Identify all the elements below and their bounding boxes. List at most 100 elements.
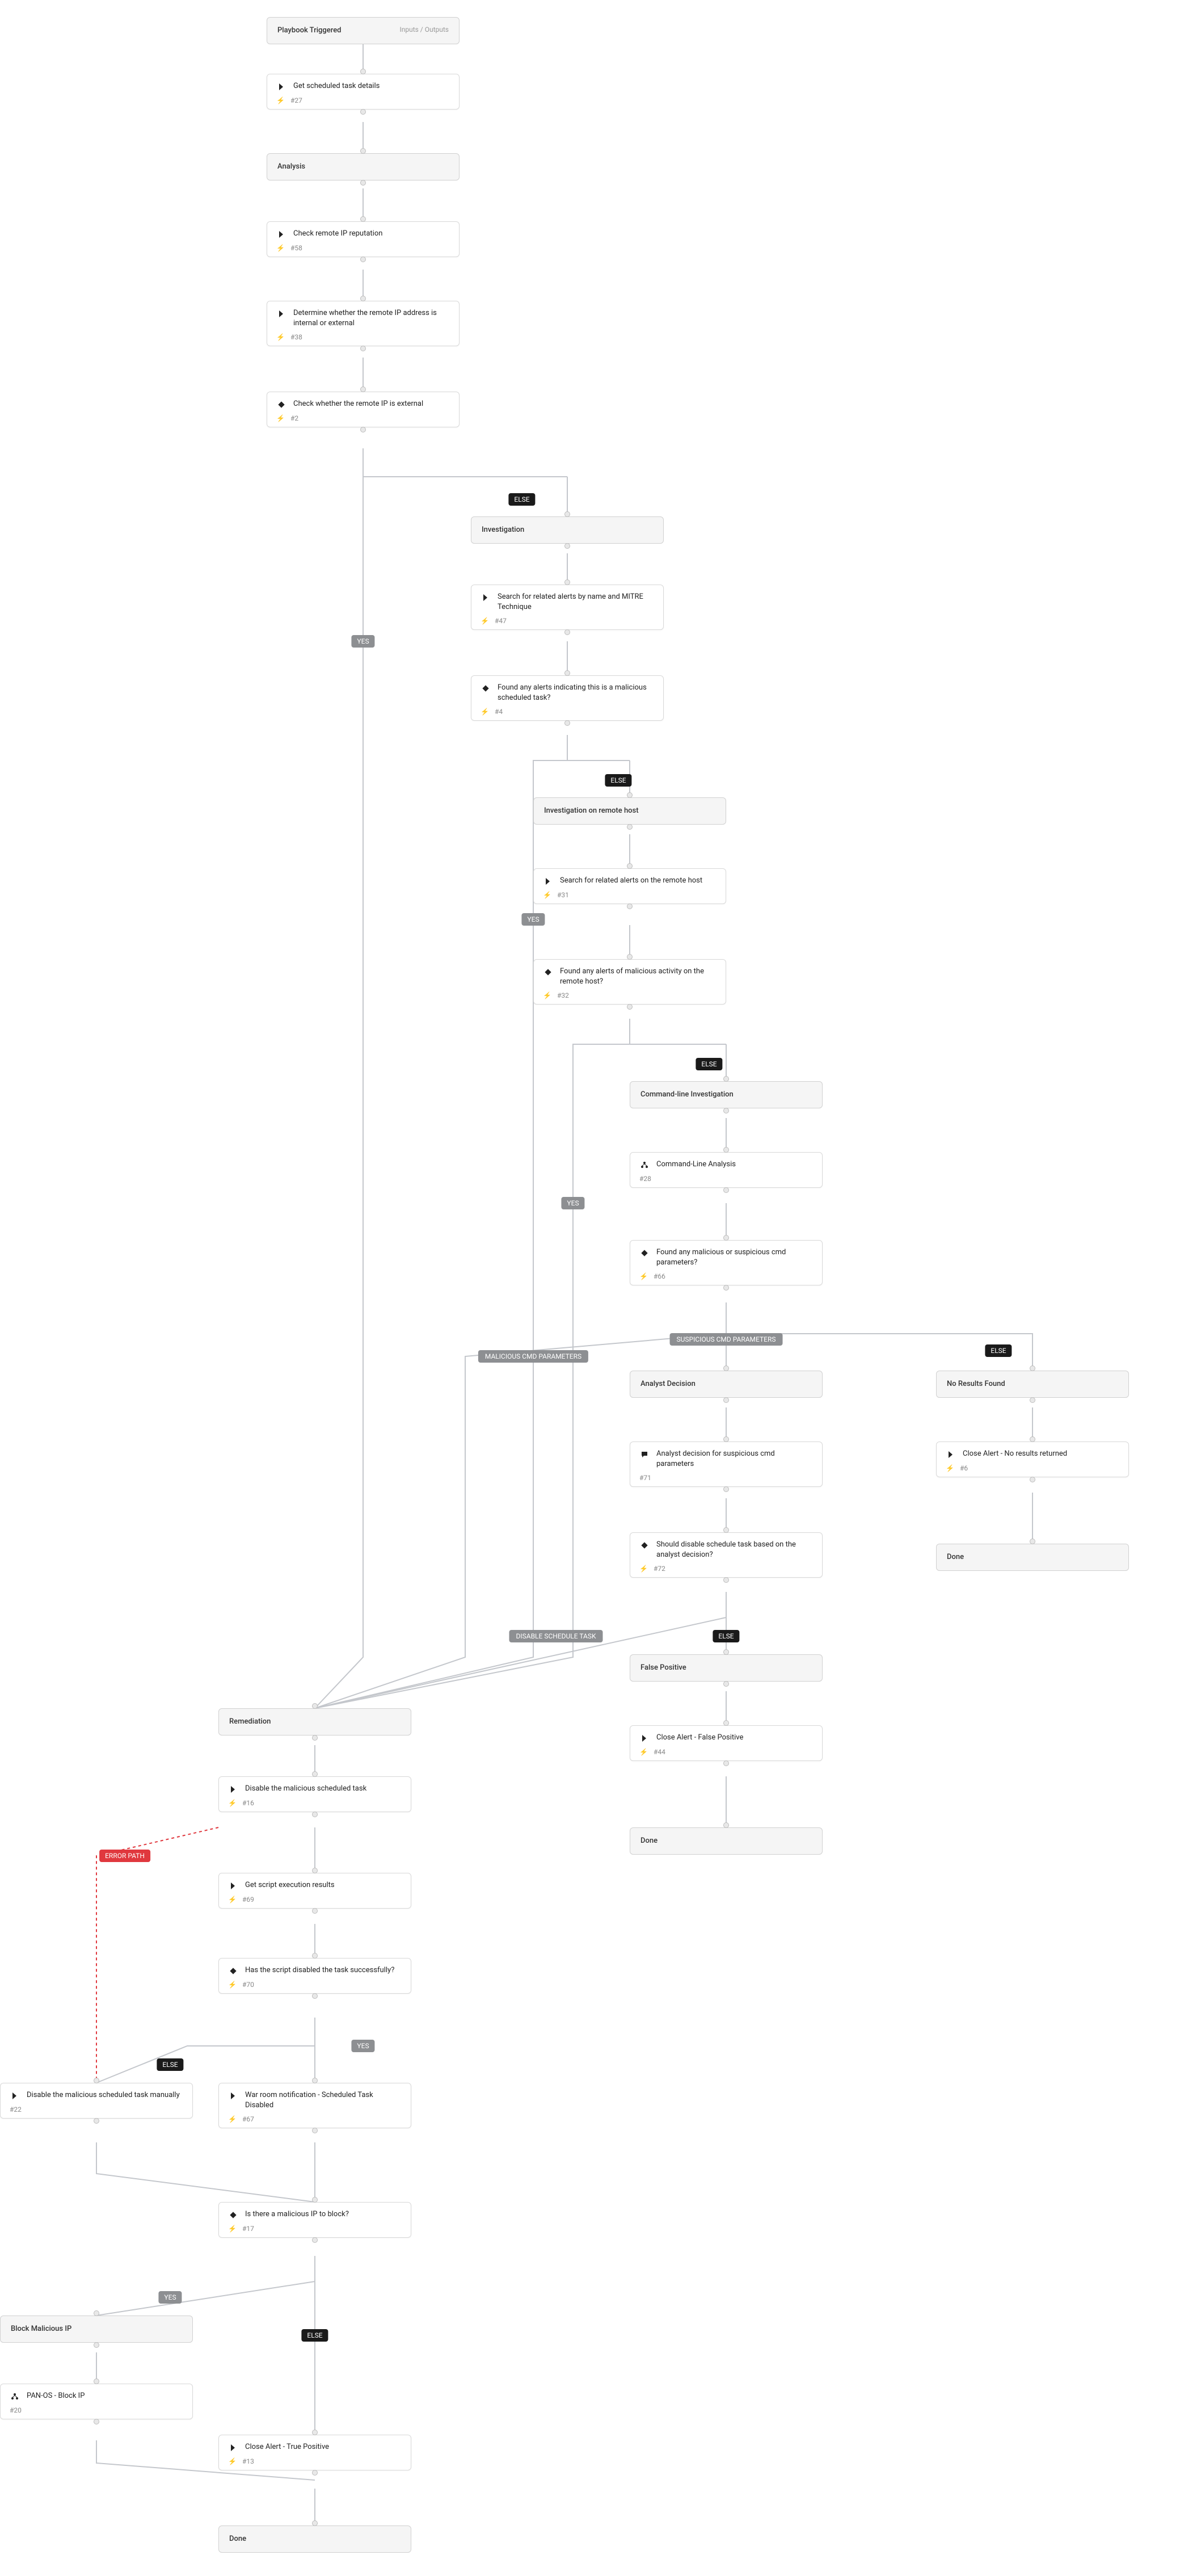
bolt-icon: ⚡ xyxy=(276,333,285,341)
task-44[interactable]: Close Alert - False Positive ⚡ #44 xyxy=(630,1725,823,1761)
task-6[interactable]: Close Alert - No results returned ⚡#6 xyxy=(936,1442,1129,1477)
task-id: #66 xyxy=(654,1272,665,1280)
task-38[interactable]: Determine whether the remote IP address … xyxy=(267,301,460,346)
section-no-results[interactable]: No Results Found xyxy=(936,1371,1129,1398)
section-remediation[interactable]: Remediation xyxy=(218,1708,411,1735)
task-id: #44 xyxy=(654,1748,665,1756)
task-title: Has the script disabled the task success… xyxy=(245,1965,402,1976)
chevron-right-icon xyxy=(543,876,553,886)
playbook-canvas: .edge { stroke:#c4c7cc; stroke-width:2; … xyxy=(0,0,1180,2576)
section-title: Investigation xyxy=(482,526,524,534)
task-id: #70 xyxy=(242,1981,254,1989)
section-analyst-decision[interactable]: Analyst Decision xyxy=(630,1371,823,1398)
label-else: ELSE xyxy=(301,2329,328,2342)
label-error-path: ERROR PATH xyxy=(99,1850,150,1862)
task-title: Check remote IP reputation xyxy=(293,229,450,239)
chevron-right-icon xyxy=(276,229,286,239)
task-id: #22 xyxy=(10,2106,22,2113)
task-27[interactable]: Get scheduled task details ⚡#27 xyxy=(267,74,460,110)
connector-layer: .edge { stroke:#c4c7cc; stroke-width:2; … xyxy=(0,0,1180,2576)
section-title: Analyst Decision xyxy=(640,1380,696,1388)
label-else: ELSE xyxy=(605,774,631,787)
label-yes: YES xyxy=(158,2291,182,2304)
bolt-icon: ⚡ xyxy=(276,414,285,422)
label-yes: YES xyxy=(521,913,545,926)
chevron-right-icon xyxy=(10,2091,20,2101)
done-title: Done xyxy=(229,2535,246,2543)
task-22[interactable]: Disable the malicious scheduled task man… xyxy=(0,2083,193,2119)
task-title: Is there a malicious IP to block? xyxy=(245,2209,402,2220)
label-yes: YES xyxy=(351,635,374,648)
task-title: Found any malicious or suspicious cmd pa… xyxy=(656,1247,813,1268)
start-node[interactable]: Playbook Triggered Inputs / Outputs xyxy=(267,17,460,44)
task-title: Search for related alerts by name and MI… xyxy=(498,592,654,612)
task-2[interactable]: Check whether the remote IP is external … xyxy=(267,392,460,427)
section-title: False Positive xyxy=(640,1663,686,1672)
bolt-icon: ⚡ xyxy=(228,2115,237,2123)
diamond-icon xyxy=(639,1248,650,1258)
task-title: Close Alert - False Positive xyxy=(656,1733,813,1743)
chevron-right-icon xyxy=(228,1784,238,1795)
bolt-icon: ⚡ xyxy=(946,1464,954,1472)
task-id: #47 xyxy=(495,617,507,625)
chevron-right-icon xyxy=(276,82,286,92)
section-title: Remediation xyxy=(229,1717,271,1726)
section-cmd-investigation[interactable]: Command-line Investigation xyxy=(630,1081,823,1108)
task-16[interactable]: Disable the malicious scheduled task ⚡#1… xyxy=(218,1776,411,1812)
task-id: #13 xyxy=(242,2457,254,2465)
chevron-right-icon xyxy=(228,2091,238,2101)
diamond-icon xyxy=(228,2210,238,2220)
task-id: #6 xyxy=(960,1464,968,1472)
section-investigation-remote[interactable]: Investigation on remote host xyxy=(533,797,726,825)
task-71[interactable]: Analyst decision for suspicious cmd para… xyxy=(630,1442,823,1487)
done-false-positive[interactable]: Done xyxy=(630,1827,823,1855)
task-69[interactable]: Get script execution results ⚡#69 xyxy=(218,1873,411,1909)
section-investigation[interactable]: Investigation xyxy=(471,516,664,544)
task-58[interactable]: Check remote IP reputation ⚡#58 xyxy=(267,221,460,257)
chevron-right-icon xyxy=(228,1881,238,1891)
label-yes: YES xyxy=(351,2040,374,2052)
task-67[interactable]: War room notification - Scheduled Task D… xyxy=(218,2083,411,2128)
bolt-icon: ⚡ xyxy=(639,1748,648,1756)
section-false-positive[interactable]: False Positive xyxy=(630,1654,823,1682)
label-else: ELSE xyxy=(696,1058,722,1070)
section-title: Analysis xyxy=(277,162,305,171)
task-31[interactable]: Search for related alerts on the remote … xyxy=(533,868,726,904)
done-no-results[interactable]: Done xyxy=(936,1544,1129,1571)
task-47[interactable]: Search for related alerts by name and MI… xyxy=(471,585,664,630)
task-72[interactable]: Should disable schedule task based on th… xyxy=(630,1532,823,1578)
io-link[interactable]: Inputs / Outputs xyxy=(399,26,449,33)
task-20[interactable]: PAN-OS - Block IP #20 xyxy=(0,2384,193,2419)
done-remediation[interactable]: Done xyxy=(218,2525,411,2553)
subplaybook-icon xyxy=(639,1160,650,1170)
task-id: #28 xyxy=(639,1175,651,1183)
task-32[interactable]: Found any alerts of malicious activity o… xyxy=(533,959,726,1005)
label-malicious-cmd: MALICIOUS CMD PARAMETERS xyxy=(478,1350,588,1363)
task-66[interactable]: Found any malicious or suspicious cmd pa… xyxy=(630,1240,823,1285)
task-title: Check whether the remote IP is external xyxy=(293,399,450,409)
diamond-icon xyxy=(639,1540,650,1550)
chevron-right-icon xyxy=(276,309,286,319)
label-else: ELSE xyxy=(713,1630,739,1642)
diamond-icon xyxy=(481,683,491,694)
task-id: #38 xyxy=(290,333,302,341)
section-title: Block Malicious IP xyxy=(11,2325,71,2333)
task-id: #69 xyxy=(242,1896,254,1903)
speech-icon xyxy=(639,1449,650,1460)
task-4[interactable]: Found any alerts indicating this is a ma… xyxy=(471,675,664,721)
bolt-icon: ⚡ xyxy=(228,1981,237,1989)
task-title: Disable the malicious scheduled task xyxy=(245,1784,402,1794)
done-title: Done xyxy=(640,1837,658,1845)
section-analysis[interactable]: Analysis xyxy=(267,153,460,180)
bolt-icon: ⚡ xyxy=(276,244,285,252)
task-28[interactable]: Command-Line Analysis #28 xyxy=(630,1152,823,1188)
section-title: Command-line Investigation xyxy=(640,1090,734,1099)
task-70[interactable]: Has the script disabled the task success… xyxy=(218,1958,411,1994)
task-13[interactable]: Close Alert - True Positive ⚡#13 xyxy=(218,2435,411,2470)
task-17[interactable]: Is there a malicious IP to block? ⚡#17 xyxy=(218,2202,411,2238)
section-block-ip[interactable]: Block Malicious IP xyxy=(0,2316,193,2343)
label-disable-schedule-task: DISABLE SCHEDULE TASK xyxy=(509,1630,602,1642)
task-title: Found any alerts indicating this is a ma… xyxy=(498,683,654,703)
bolt-icon: ⚡ xyxy=(639,1565,648,1573)
label-else: ELSE xyxy=(508,493,535,506)
